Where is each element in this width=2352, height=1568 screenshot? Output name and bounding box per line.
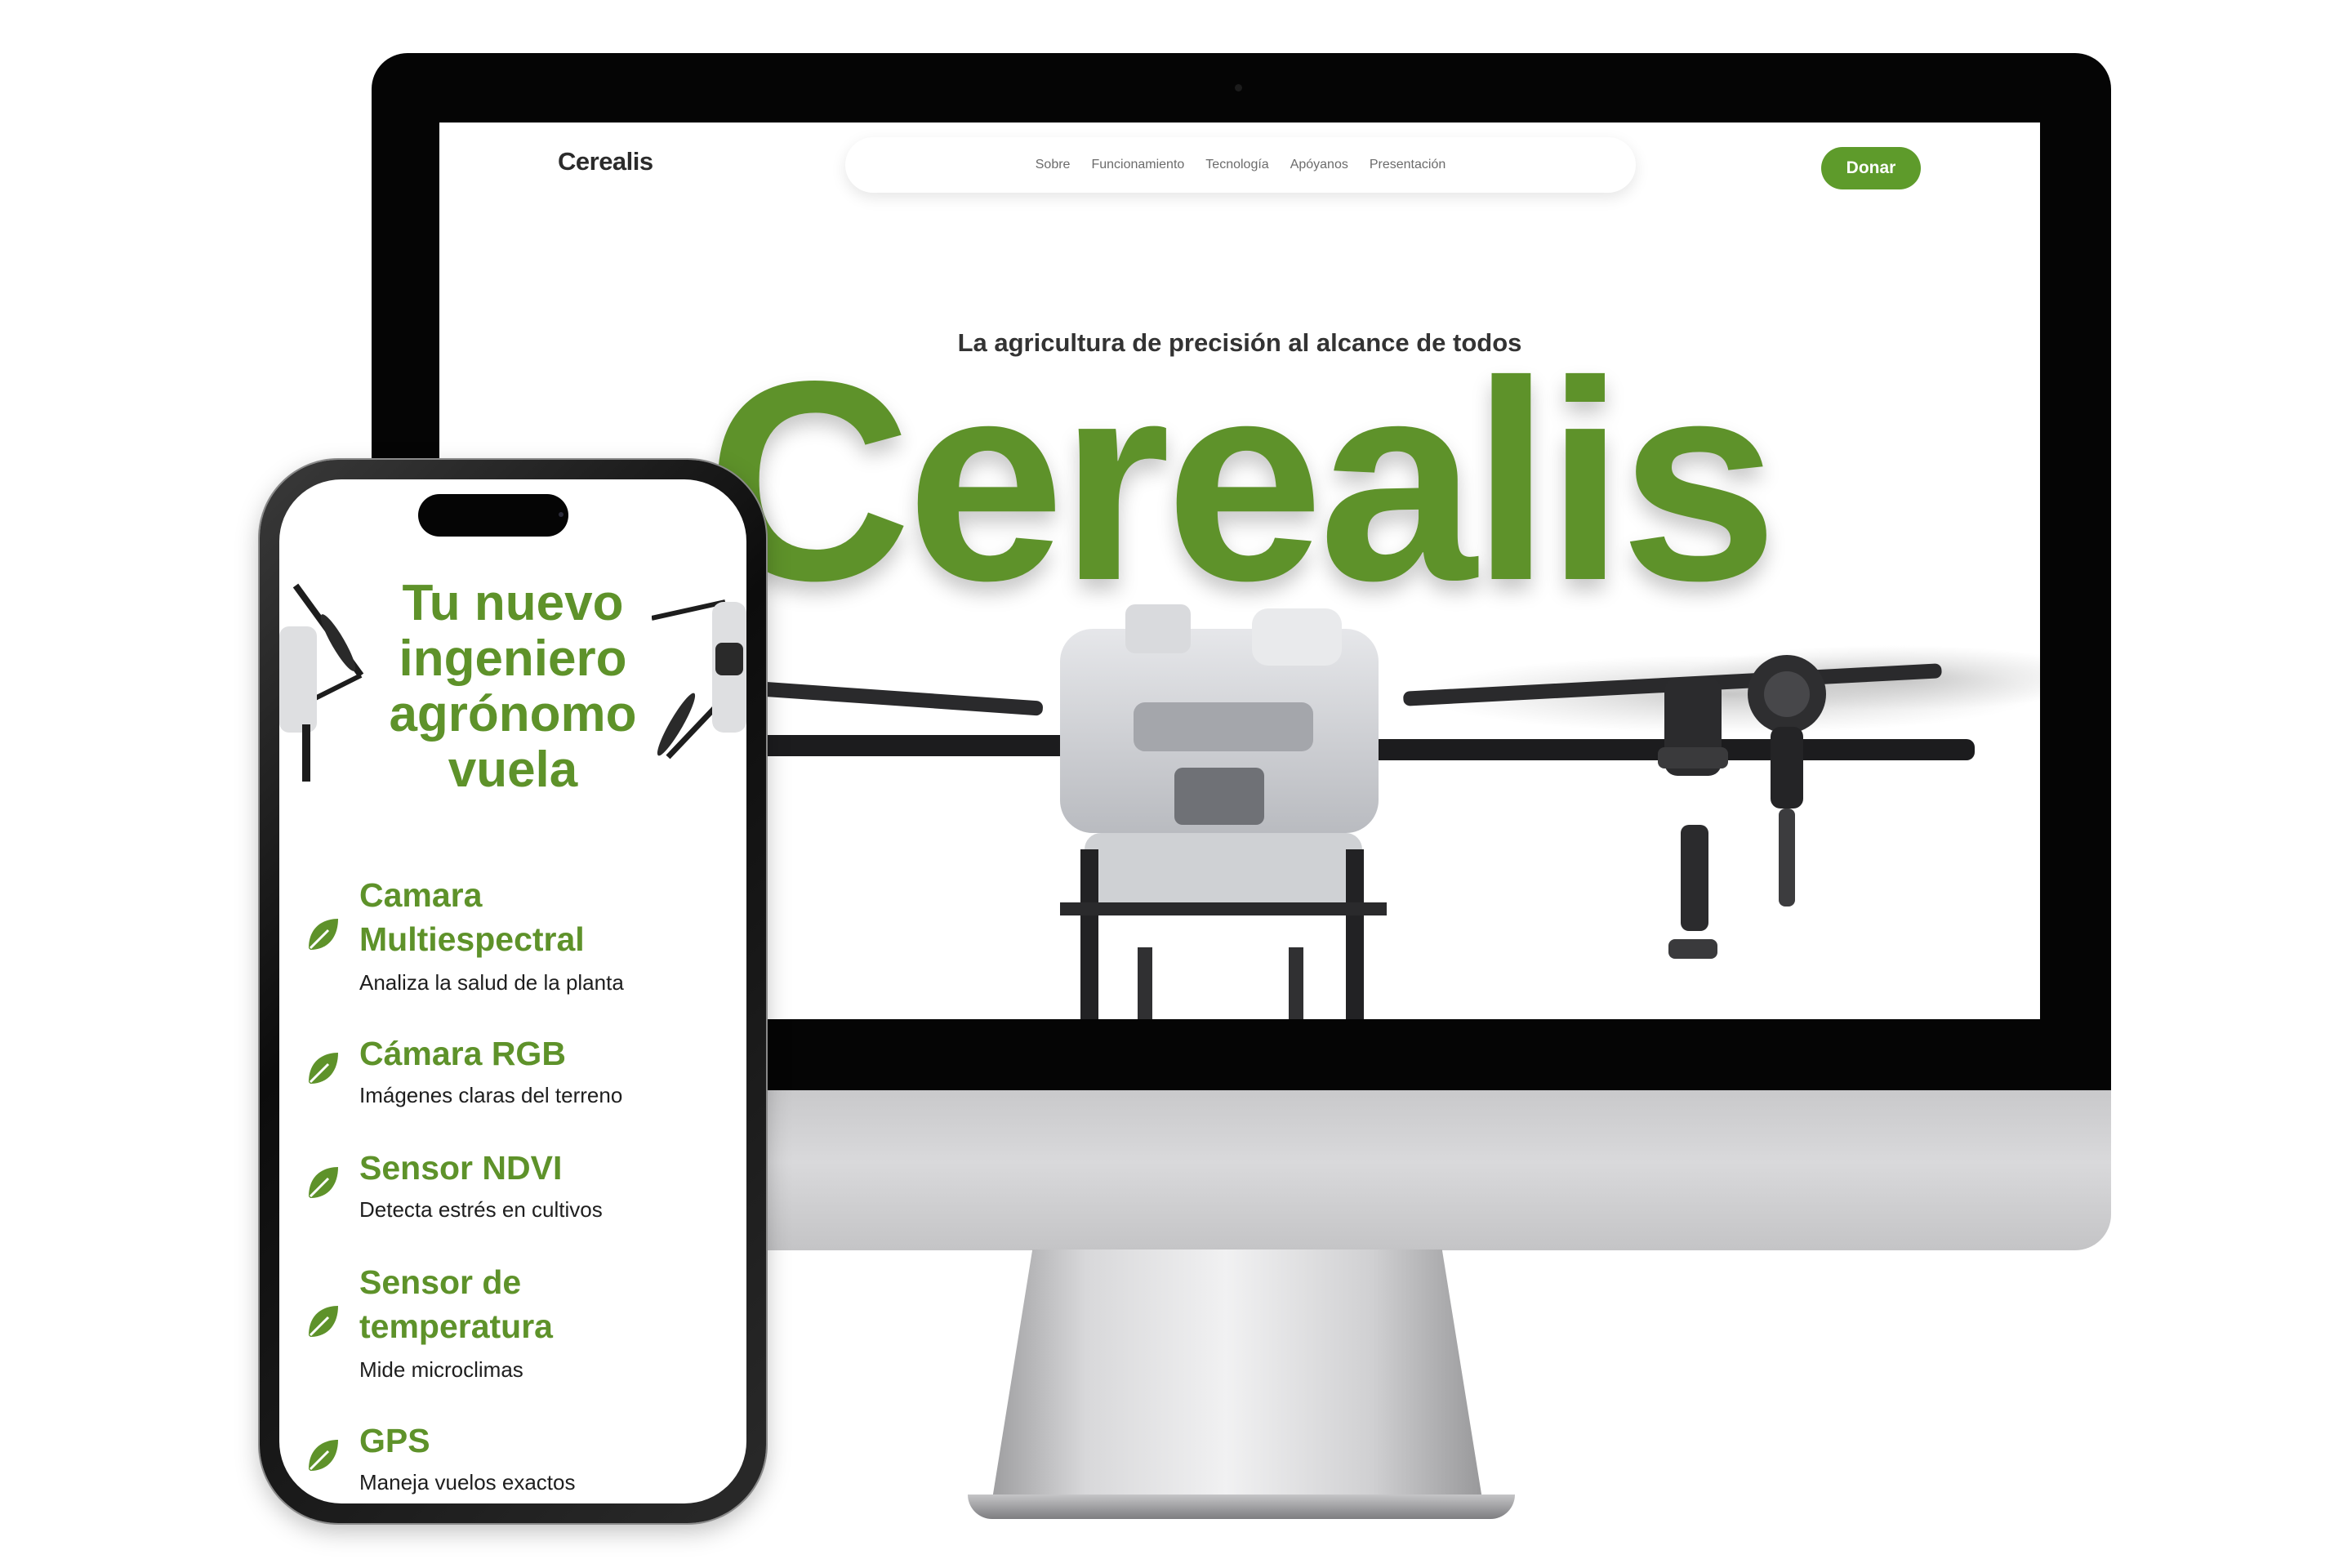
imac-camera [1235,84,1242,91]
leaf-icon [309,1440,338,1471]
feature-title-line: Sensor de [359,1263,522,1301]
feature-title-line: Cámara RGB [359,1035,566,1072]
leaf-icon [309,1053,338,1084]
site-logo[interactable]: Cerealis [558,147,653,176]
mobile-title-line: ingeniero [399,630,627,687]
feature-title: Camara Multiespectral [359,873,735,961]
feature-title: Sensor NDVI [359,1146,735,1190]
mobile-hero-title: Tu nuevo ingeniero agrónomo vuela [279,576,746,798]
feature-item: GPS Maneja vuelos exactos [279,1419,746,1503]
feature-title-line: Camara [359,876,483,914]
donate-button[interactable]: Donar [1821,147,1921,189]
nav-link-tecnologia[interactable]: Tecnología [1205,158,1268,172]
feature-title-line: temperatura [359,1307,553,1345]
leaf-icon [309,1167,338,1198]
feature-description: Maneja vuelos exactos [359,1470,576,1494]
main-nav: Sobre Funcionamiento Tecnología Apóyanos… [845,137,1636,193]
nav-link-apoyanos[interactable]: Apóyanos [1290,158,1348,172]
leaf-icon [309,919,338,950]
feature-item: Camara Multiespectral Analiza la salud d… [279,873,746,1004]
feature-title: Sensor de temperatura [359,1260,735,1348]
mobile-screen: Tu nuevo ingeniero agrónomo vuela Camara… [279,479,746,1503]
feature-title-line: Multiespectral [359,920,585,958]
feature-item: Sensor NDVI Detecta estrés en cultivos [279,1146,746,1276]
mobile-title-line: Tu nuevo [402,575,624,631]
mobile-title-line: vuela [448,742,578,798]
feature-title-line: Sensor NDVI [359,1149,563,1187]
imac-foot [968,1494,1515,1519]
feature-description: Imágenes claras del terreno [359,1083,623,1107]
feature-title: GPS [359,1419,735,1463]
feature-description: Detecta estrés en cultivos [359,1197,603,1222]
phone-frame: Tu nuevo ingeniero agrónomo vuela Camara… [260,460,766,1523]
mobile-title-line: agrónomo [389,686,637,742]
nav-link-sobre[interactable]: Sobre [1036,158,1071,172]
feature-title-line: GPS [359,1422,430,1459]
front-camera [559,512,564,517]
feature-item: Sensor de temperatura Mide microclimas [279,1260,746,1391]
imac-stand [989,1250,1486,1517]
feature-description: Mide microclimas [359,1357,523,1382]
nav-link-presentacion[interactable]: Presentación [1370,158,1446,172]
feature-description: Analiza la salud de la planta [359,970,624,995]
feature-item: Cámara RGB Imágenes claras del terreno [279,1031,746,1162]
leaf-icon [309,1306,338,1337]
dynamic-island [418,494,568,537]
nav-link-funcionamiento[interactable]: Funcionamiento [1091,158,1184,172]
feature-title: Cámara RGB [359,1031,735,1076]
